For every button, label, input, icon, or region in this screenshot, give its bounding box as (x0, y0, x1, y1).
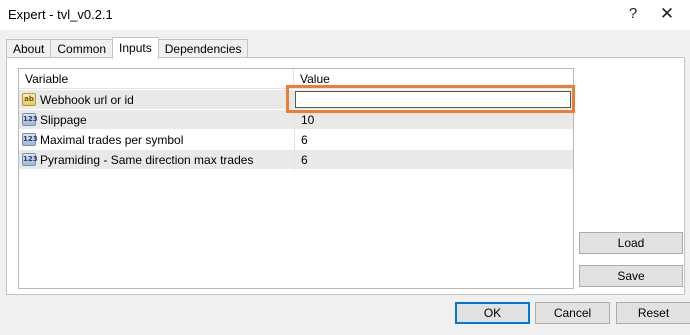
row-variable-name: Slippage (40, 113, 87, 127)
ok-button[interactable]: OK (455, 302, 530, 324)
grid-row[interactable]: 123 Slippage 10 (19, 110, 573, 130)
inputs-grid: Variable Value ab Webhook url or id 123 … (18, 68, 574, 289)
tab-strip: About Common Inputs Dependencies (6, 37, 249, 59)
column-header-variable[interactable]: Variable (19, 69, 294, 89)
webhook-url-input[interactable] (295, 91, 571, 108)
close-button[interactable]: ✕ (652, 2, 682, 26)
grid-row[interactable]: 123 Maximal trades per symbol 6 (19, 130, 573, 150)
number-type-icon: 123 (22, 133, 38, 146)
row-value[interactable]: 10 (294, 110, 573, 130)
tab-dependencies[interactable]: Dependencies (157, 39, 249, 58)
column-header-value[interactable]: Value (294, 69, 573, 89)
load-button[interactable]: Load (579, 232, 683, 254)
tab-inputs[interactable]: Inputs (112, 37, 159, 59)
row-value[interactable]: 6 (294, 150, 573, 170)
grid-row[interactable]: 123 Pyramiding - Same direction max trad… (19, 150, 573, 170)
window-title: Expert - tvl_v0.2.1 (8, 7, 113, 22)
number-type-icon: 123 (22, 113, 38, 126)
reset-button[interactable]: Reset (616, 302, 690, 324)
tab-about[interactable]: About (6, 39, 52, 58)
row-variable-name: Pyramiding - Same direction max trades (40, 153, 254, 167)
save-button[interactable]: Save (579, 265, 683, 287)
number-type-icon: 123 (22, 153, 38, 166)
dialog-body: About Common Inputs Dependencies Variabl… (0, 30, 690, 335)
inputs-panel: Variable Value ab Webhook url or id 123 … (6, 57, 685, 295)
row-variable-name: Webhook url or id (40, 93, 134, 107)
cancel-button[interactable]: Cancel (535, 302, 610, 324)
grid-row[interactable]: ab Webhook url or id (19, 90, 573, 110)
string-type-icon: ab (22, 93, 36, 106)
row-value[interactable]: 6 (294, 130, 573, 150)
title-bar: Expert - tvl_v0.2.1 ? ✕ (0, 0, 690, 30)
tab-common[interactable]: Common (50, 39, 114, 58)
row-variable-name: Maximal trades per symbol (40, 133, 184, 147)
help-button[interactable]: ? (618, 2, 648, 26)
grid-header: Variable Value (19, 69, 573, 89)
